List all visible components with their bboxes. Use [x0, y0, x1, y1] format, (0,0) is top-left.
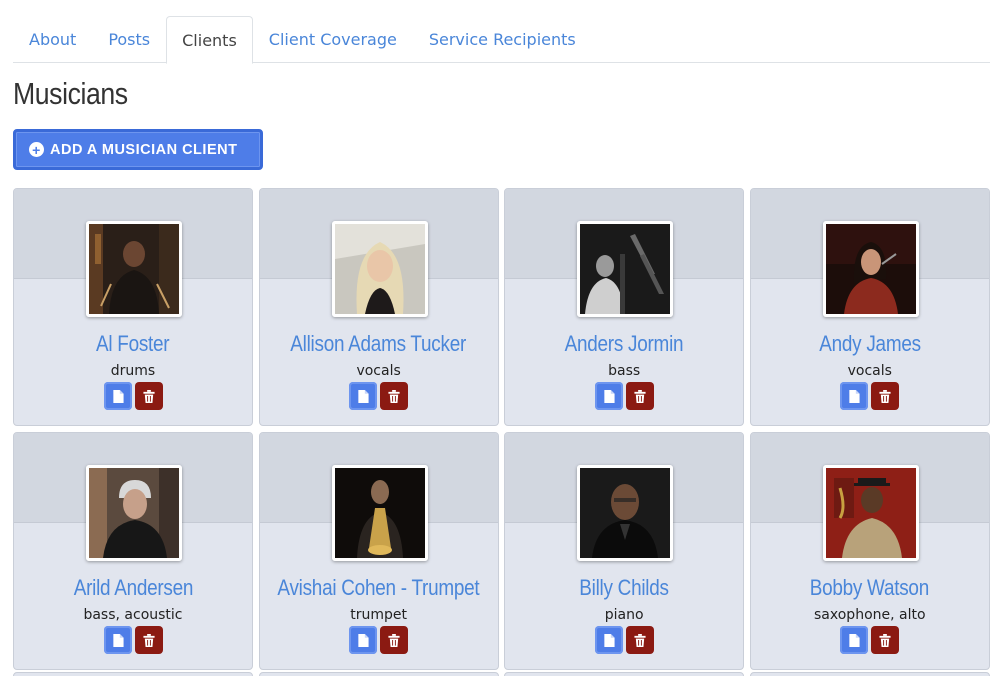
add-musician-client-label: ADD A MUSICIAN CLIENT: [50, 141, 238, 158]
file-icon: [849, 633, 860, 647]
client-card: Billy Childs piano: [504, 432, 745, 670]
client-card: Arild Andersen bass, acoustic: [13, 432, 253, 670]
client-instrument: trumpet: [350, 607, 407, 623]
file-icon: [604, 633, 615, 647]
delete-client-button[interactable]: [625, 382, 654, 410]
trash-icon: [634, 389, 646, 403]
client-instrument: bass: [608, 363, 641, 379]
view-client-button[interactable]: [840, 626, 869, 654]
client-instrument: drums: [110, 363, 156, 379]
trash-icon: [388, 633, 400, 647]
client-photo[interactable]: [822, 465, 919, 561]
client-card-partial: [504, 672, 745, 676]
client-instrument: piano: [604, 607, 644, 623]
tab-clients[interactable]: Clients: [166, 16, 253, 64]
client-card: Avishai Cohen - Trumpet trumpet: [258, 432, 499, 670]
client-photo[interactable]: [331, 221, 428, 317]
view-client-button[interactable]: [594, 626, 623, 654]
plus-circle-icon: +: [29, 142, 44, 157]
view-client-button[interactable]: [594, 382, 623, 410]
client-instrument: bass, acoustic: [83, 607, 183, 623]
client-name[interactable]: Billy Childs: [505, 575, 743, 601]
client-card: Bobby Watson saxophone, alto: [749, 432, 990, 670]
file-icon: [358, 633, 369, 647]
client-instrument: saxophone, alto: [814, 607, 926, 623]
client-name[interactable]: Allison Adams Tucker: [260, 331, 498, 357]
tab-bar: About Posts Clients Client Coverage Serv…: [13, 16, 990, 64]
tab-service-recipients[interactable]: Service Recipients: [413, 16, 592, 63]
view-client-button[interactable]: [103, 382, 132, 410]
file-icon: [849, 389, 860, 403]
delete-client-button[interactable]: [871, 382, 900, 410]
client-card-partial: [13, 672, 253, 676]
client-name[interactable]: Arild Andersen: [14, 575, 252, 601]
client-card-partial: [749, 672, 990, 676]
file-icon: [358, 389, 369, 403]
view-client-button[interactable]: [349, 382, 378, 410]
trash-icon: [879, 389, 891, 403]
file-icon: [604, 389, 615, 403]
delete-client-button[interactable]: [871, 626, 900, 654]
client-card: Anders Jormin bass: [504, 188, 745, 426]
delete-client-button[interactable]: [134, 626, 163, 654]
add-musician-client-button[interactable]: + ADD A MUSICIAN CLIENT: [13, 129, 263, 170]
view-client-button[interactable]: [840, 382, 869, 410]
client-instrument: vocals: [356, 363, 401, 379]
client-name[interactable]: Andy James: [751, 331, 989, 357]
file-icon: [112, 633, 124, 647]
client-card-grid: Al Foster drums Allison Adams Tucker voc…: [13, 188, 990, 670]
client-card-partial: [258, 672, 499, 676]
client-photo[interactable]: [331, 465, 428, 561]
client-name[interactable]: Bobby Watson: [751, 575, 989, 601]
client-card: Allison Adams Tucker vocals: [258, 188, 499, 426]
delete-client-button[interactable]: [625, 626, 654, 654]
next-row-cards-partial: [13, 672, 990, 676]
client-photo[interactable]: [86, 465, 182, 561]
view-client-button[interactable]: [103, 626, 132, 654]
client-name[interactable]: Avishai Cohen - Trumpet: [260, 575, 498, 601]
trash-icon: [634, 633, 646, 647]
client-photo[interactable]: [86, 221, 182, 317]
delete-client-button[interactable]: [380, 626, 409, 654]
trash-icon: [142, 389, 155, 403]
client-name[interactable]: Al Foster: [14, 331, 252, 357]
delete-client-button[interactable]: [134, 382, 163, 410]
client-photo[interactable]: [577, 465, 674, 561]
client-card: Andy James vocals: [749, 188, 990, 426]
delete-client-button[interactable]: [380, 382, 409, 410]
page-title: Musicians: [13, 76, 128, 111]
trash-icon: [142, 633, 155, 647]
tab-posts[interactable]: Posts: [92, 16, 166, 63]
client-instrument: vocals: [847, 363, 892, 379]
client-photo[interactable]: [577, 221, 674, 317]
client-name[interactable]: Anders Jormin: [505, 331, 743, 357]
file-icon: [112, 389, 124, 403]
tab-about[interactable]: About: [13, 16, 92, 63]
trash-icon: [388, 389, 400, 403]
client-card: Al Foster drums: [13, 188, 253, 426]
tab-client-coverage[interactable]: Client Coverage: [253, 16, 413, 63]
view-client-button[interactable]: [349, 626, 378, 654]
client-photo[interactable]: [822, 221, 919, 317]
trash-icon: [879, 633, 891, 647]
